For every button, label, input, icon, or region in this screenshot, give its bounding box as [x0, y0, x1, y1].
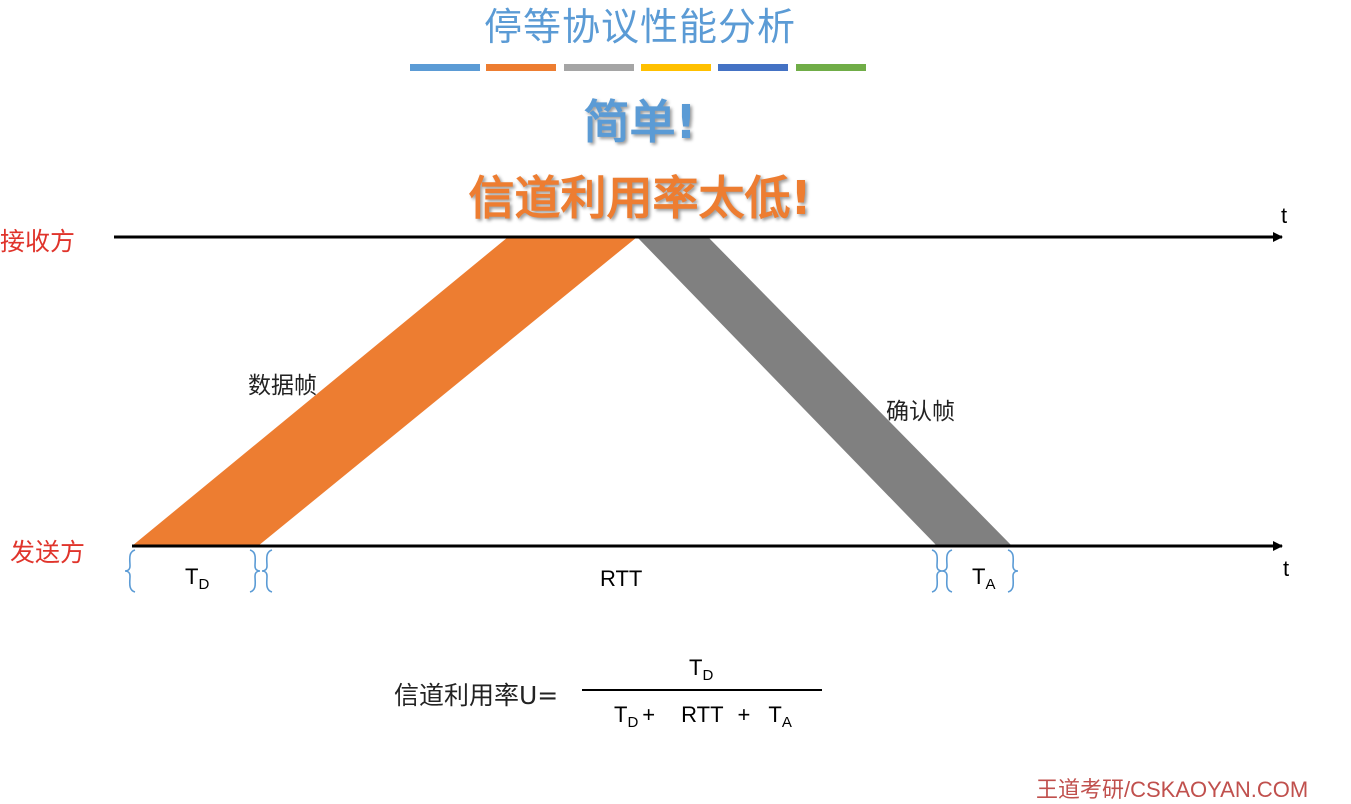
receiver-axis-label: t [1281, 203, 1288, 228]
ta-segment-label: TA [972, 564, 996, 593]
brace-td-left [124, 549, 136, 593]
simple-text: 简单! [583, 95, 697, 149]
brace-ta-right [1007, 549, 1019, 593]
data-frame-label: 数据帧 [248, 373, 317, 399]
sender-label: 发送方 [10, 538, 86, 567]
data-frame-band [132, 237, 637, 546]
formula-numerator: TD [689, 655, 714, 684]
brace-ta-left [941, 549, 953, 593]
receiver-label: 接收方 [0, 227, 76, 256]
td-segment-label: TD [185, 564, 210, 593]
brace-rtt-right [931, 549, 943, 593]
formula-denominator: TD + RTT + TA [614, 702, 792, 731]
sender-axis-label: t [1283, 556, 1290, 581]
ack-frame-label: 确认帧 [886, 399, 955, 425]
formula-label: 信道利用率U= [394, 681, 559, 710]
brace-rtt-left [261, 549, 273, 593]
brand-watermark: 王道考研/CSKAOYAN.COM [1036, 777, 1309, 802]
rtt-segment-label: RTT [600, 566, 643, 591]
brace-td-right [249, 549, 261, 593]
ack-frame-band [637, 237, 1012, 546]
low-utilization-text: 信道利用率太低! [468, 171, 812, 225]
